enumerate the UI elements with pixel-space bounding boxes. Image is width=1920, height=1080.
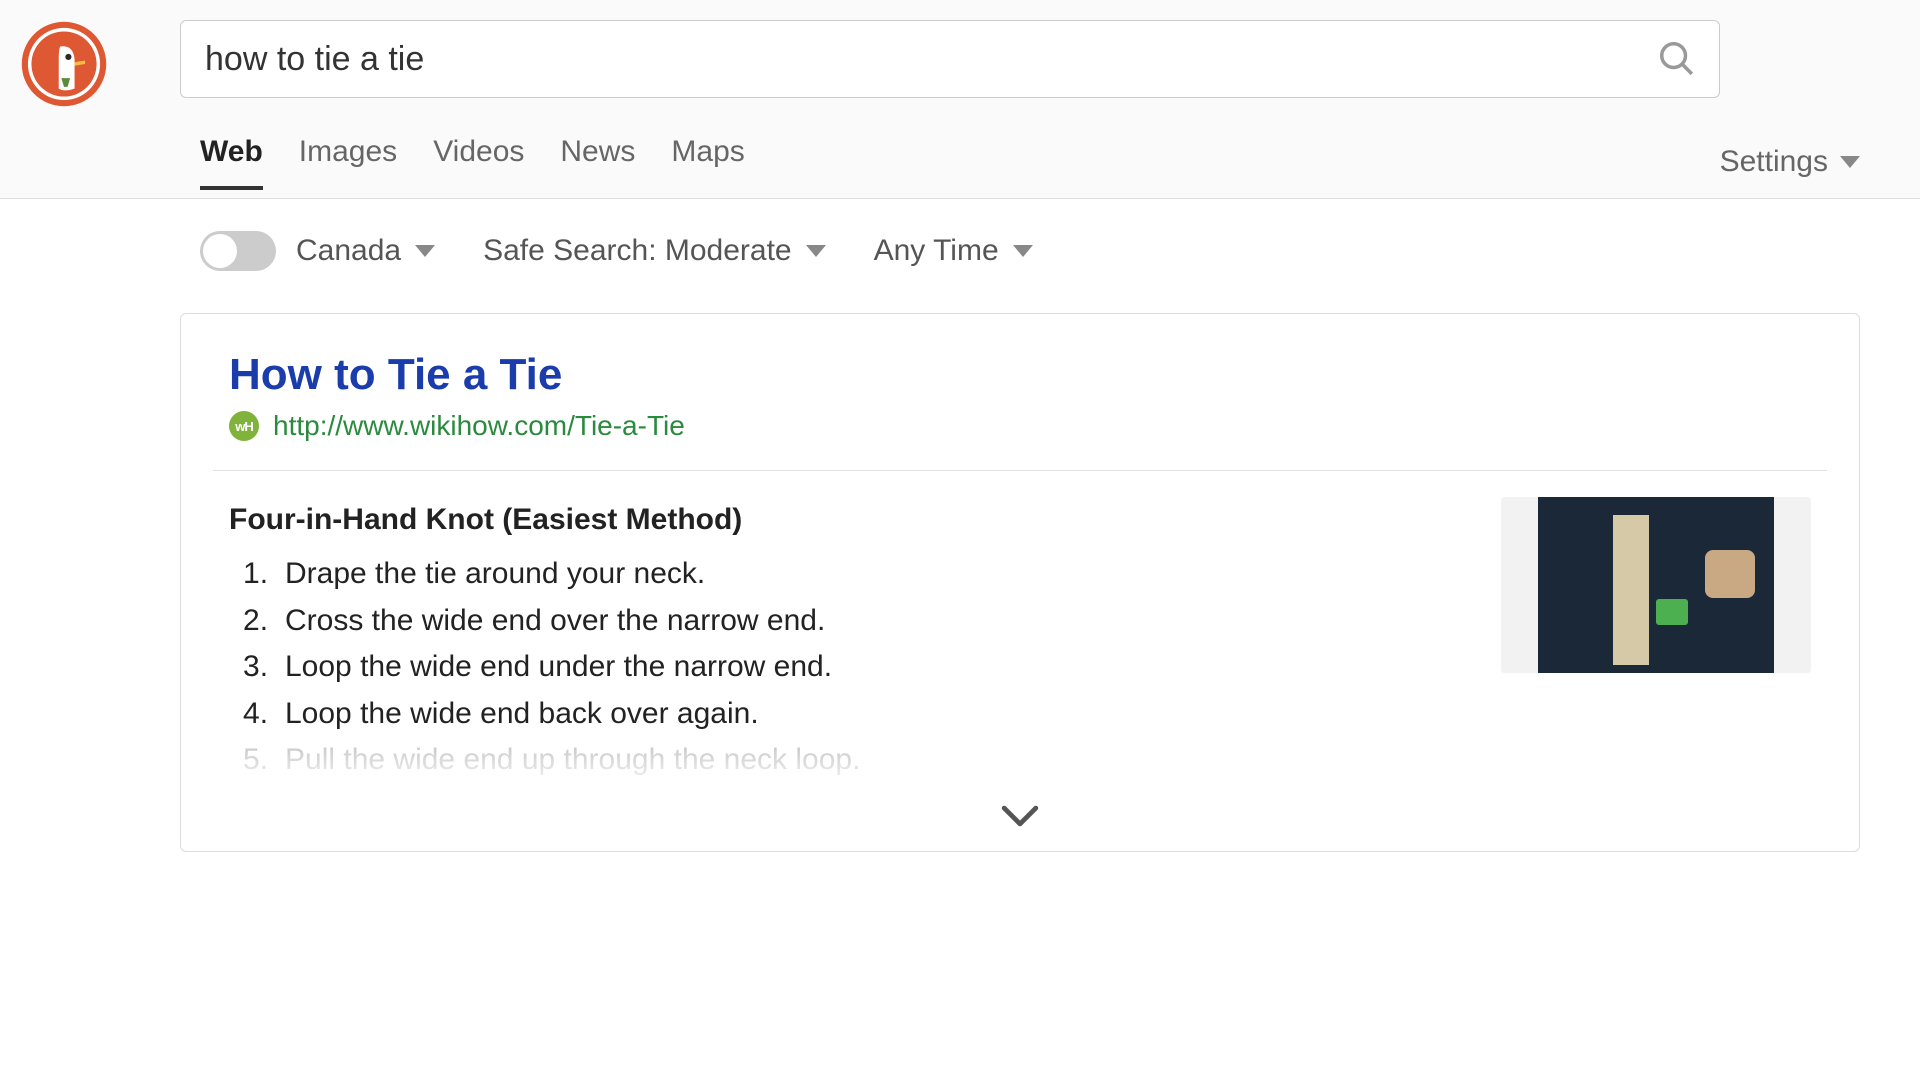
safe-search-filter[interactable]: Safe Search: Moderate <box>483 234 826 268</box>
time-filter[interactable]: Any Time <box>874 234 1033 268</box>
region-label: Canada <box>296 234 401 268</box>
chevron-down-icon <box>1001 815 1039 832</box>
expand-button[interactable] <box>229 784 1811 851</box>
duckduckgo-logo[interactable] <box>20 20 108 108</box>
search-box <box>180 20 1720 98</box>
search-button[interactable] <box>1657 39 1695 80</box>
filters-bar: Canada Safe Search: Moderate Any Time <box>0 199 1920 295</box>
search-icon <box>1657 39 1695 80</box>
step-item: Cross the wide end over the narrow end. <box>229 598 1461 645</box>
chevron-down-icon <box>1013 245 1033 257</box>
instant-answer-card: How to Tie a Tie wH http://www.wikihow.c… <box>180 313 1860 852</box>
steps-list: Drape the tie around your neck. Cross th… <box>229 551 1461 784</box>
tab-news[interactable]: News <box>560 135 635 189</box>
region-toggle[interactable] <box>200 231 276 271</box>
tab-maps[interactable]: Maps <box>671 135 744 189</box>
step-item: Pull the wide end up through the neck lo… <box>229 737 1461 784</box>
settings-label: Settings <box>1720 145 1828 179</box>
tab-videos[interactable]: Videos <box>433 135 524 189</box>
result-source-row: wH http://www.wikihow.com/Tie-a-Tie <box>229 410 1811 442</box>
search-tabs: Web Images Videos News Maps <box>200 135 1720 189</box>
chevron-down-icon <box>415 245 435 257</box>
result-title[interactable]: How to Tie a Tie <box>229 350 1811 400</box>
time-label: Any Time <box>874 234 999 268</box>
settings-menu[interactable]: Settings <box>1720 145 1860 179</box>
chevron-down-icon <box>1840 156 1860 168</box>
toggle-knob <box>203 234 237 268</box>
safe-search-label: Safe Search: Moderate <box>483 234 792 268</box>
method-title: Four-in-Hand Knot (Easiest Method) <box>229 503 1461 537</box>
source-favicon: wH <box>229 411 259 441</box>
step-item: Loop the wide end under the narrow end. <box>229 644 1461 691</box>
divider <box>213 470 1827 471</box>
search-input[interactable] <box>205 40 1657 79</box>
chevron-down-icon <box>806 245 826 257</box>
result-url[interactable]: http://www.wikihow.com/Tie-a-Tie <box>273 410 685 442</box>
step-item: Drape the tie around your neck. <box>229 551 1461 598</box>
region-filter[interactable]: Canada <box>296 234 435 268</box>
tab-images[interactable]: Images <box>299 135 397 189</box>
tab-web[interactable]: Web <box>200 135 263 189</box>
top-bar: Web Images Videos News Maps Settings <box>0 0 1920 199</box>
thumbnail-image <box>1501 497 1811 673</box>
step-item: Loop the wide end back over again. <box>229 691 1461 738</box>
result-thumbnail[interactable] <box>1501 497 1811 673</box>
